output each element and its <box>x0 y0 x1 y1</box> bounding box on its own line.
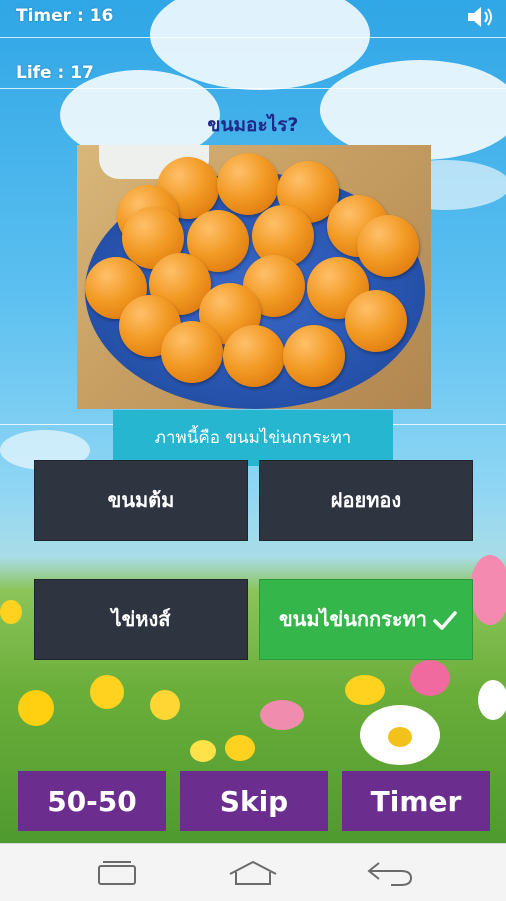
system-nav-bar <box>0 843 506 901</box>
hud-divider <box>0 37 506 38</box>
hud-divider <box>0 88 506 89</box>
flower <box>0 600 22 624</box>
dessert-ball <box>357 215 419 277</box>
flower <box>225 735 255 761</box>
flower <box>478 680 506 720</box>
flower <box>345 675 385 705</box>
option-button-3[interactable]: ไข่หงส์ <box>34 579 248 660</box>
flower <box>410 660 450 696</box>
flower <box>470 555 506 625</box>
dessert-ball <box>345 290 407 352</box>
speaker-icon[interactable] <box>466 4 496 30</box>
option-label: ไข่หงส์ <box>111 607 171 631</box>
timer-button[interactable]: Timer <box>342 771 490 831</box>
question-text: ขนมอะไร? <box>207 114 299 136</box>
flower <box>90 675 124 709</box>
dessert-ball <box>161 321 223 383</box>
option-label: ฝอยทอง <box>330 488 402 512</box>
timer-counter: Timer : 16 <box>16 6 114 26</box>
life-counter: Life : 17 <box>16 63 94 83</box>
option-button-2[interactable]: ฝอยทอง <box>259 460 473 541</box>
dessert-ball <box>223 325 285 387</box>
answer-reveal-banner: ภาพนี้คือ ขนมไข่นกกระทา <box>113 410 393 466</box>
flower <box>388 727 412 747</box>
dessert-ball <box>283 325 345 387</box>
flower <box>18 690 54 726</box>
flower <box>150 690 180 720</box>
checkmark-icon <box>432 608 458 634</box>
recent-apps-icon[interactable] <box>86 856 146 890</box>
dessert-photo <box>77 145 431 409</box>
flower <box>190 740 216 762</box>
option-label: ขนมต้ม <box>107 488 175 512</box>
dessert-ball <box>217 153 279 215</box>
fifty-fifty-button[interactable]: 50-50 <box>18 771 166 831</box>
home-icon[interactable] <box>223 856 283 890</box>
flower <box>260 700 304 730</box>
skip-button[interactable]: Skip <box>180 771 328 831</box>
option-button-4-correct[interactable]: ขนมไข่นกกระทา <box>259 579 473 660</box>
back-icon[interactable] <box>360 856 420 890</box>
option-button-1[interactable]: ขนมต้ม <box>34 460 248 541</box>
